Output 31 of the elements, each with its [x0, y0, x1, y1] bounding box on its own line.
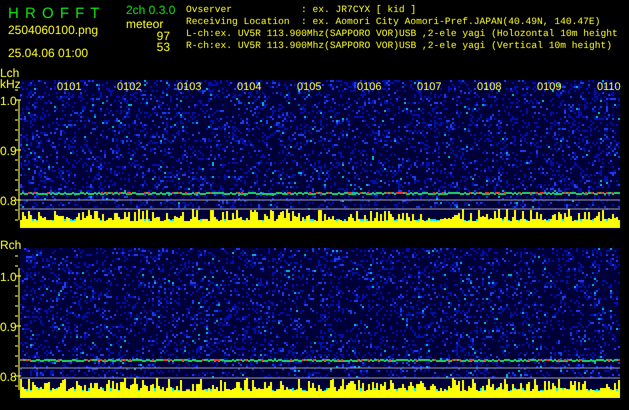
time-label: 0103	[177, 81, 202, 93]
frequency-label: 1.0	[0, 94, 17, 108]
date-time: 25.04.06 01:00	[8, 46, 90, 60]
frequency-label: 0.9	[0, 144, 17, 158]
time-label: 0107	[417, 81, 442, 93]
time-label: 0106	[357, 81, 382, 93]
field-value: : ex. JR7CYX [ kid ]	[301, 4, 416, 16]
time-label: 0105	[297, 81, 322, 93]
frequency-label: 0.8	[0, 194, 17, 208]
field-label: Receiving Location	[186, 16, 291, 28]
time-label: 0110	[597, 81, 621, 93]
time-label: 0104	[237, 81, 262, 93]
version-label: 2ch 0.3.0	[126, 4, 176, 17]
frequency-label: 0.9	[0, 320, 17, 334]
channel-label: Rch	[0, 238, 22, 252]
time-label: 0109	[537, 81, 562, 93]
field-value: : ex. Aomori City Aomori-Pref.JAPAN(40.49N, 140.47E)	[301, 16, 600, 28]
meteor-label: meteor	[126, 17, 164, 31]
file-name: 2504060100.png	[8, 23, 100, 37]
time-label: 0102	[117, 81, 142, 93]
frequency-label: 1.0	[0, 270, 17, 284]
app-title: H R O F F T	[8, 4, 102, 24]
unit-label: kHz	[0, 77, 21, 91]
channel-info: R-ch:ex. UV5R 113.900Mhz(SAPPORO VOR)USB ,2-ele yagi (Vertical 10m height)	[186, 40, 612, 52]
time-label: 0101	[57, 81, 82, 93]
meteor-count: 53	[156, 42, 171, 53]
meteor-count: 97	[156, 31, 171, 42]
field-label: Ovserver	[186, 4, 234, 16]
frequency-label: 0.8	[0, 370, 17, 384]
channel-info: L-ch:ex. UV5R 113.900Mhz(SAPPORO VOR)USB ,2-ele yagi (Holozontal 10m height	[186, 28, 618, 40]
channel-label: Lch	[0, 66, 20, 80]
